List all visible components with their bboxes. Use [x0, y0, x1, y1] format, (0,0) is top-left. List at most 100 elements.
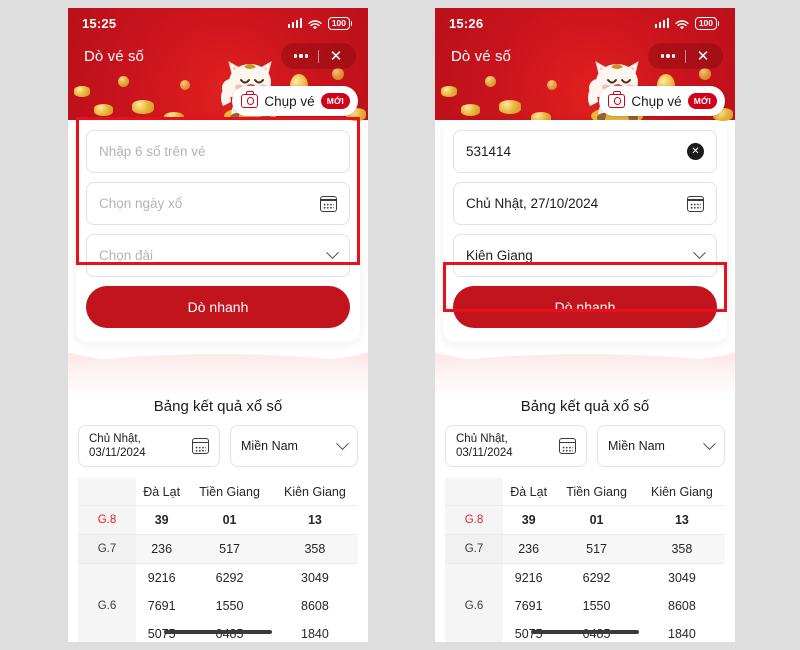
- form-card-wrapper: 531414 ✕ Chủ Nhật, 27/10/2024 Kiên Giang…: [435, 120, 735, 342]
- scroll-indicator[interactable]: [531, 629, 639, 634]
- chevron-down-icon: [703, 436, 716, 450]
- cell-value: 8608: [301, 599, 329, 613]
- app-header: 15:25 100 Dò vé số ✕ Chụp vé MỚI: [68, 8, 368, 126]
- wave-decoration: [435, 342, 735, 394]
- draw-date-input[interactable]: Chọn ngày xổ: [86, 182, 350, 225]
- prize-label: G.6: [445, 563, 503, 642]
- quick-check-button[interactable]: Dò nhanh: [86, 286, 350, 328]
- phone-screen-right: 15:26 100 Dò vé số ✕ Chụp vé MỚI 531414 …: [435, 8, 735, 642]
- cell-value: 13: [271, 505, 358, 535]
- results-section: Bảng kết quả xổ số Chủ Nhật, 03/11/2024 …: [435, 394, 735, 642]
- cell-value: 9216: [503, 563, 555, 592]
- ticket-number-value: Nhập 6 số trên vé: [99, 144, 206, 159]
- results-date-value: Chủ Nhật, 03/11/2024: [89, 432, 192, 460]
- draw-date-input[interactable]: Chủ Nhật, 27/10/2024: [453, 182, 717, 225]
- battery-icon: 100: [328, 16, 352, 30]
- status-bar: 15:26 100: [435, 8, 735, 38]
- table-header-row: Đà Lạt Tiền Giang Kiên Giang: [445, 478, 725, 506]
- wifi-icon: [675, 18, 689, 29]
- close-icon[interactable]: ✕: [686, 49, 720, 64]
- title-row: Dò vé số ✕: [68, 38, 368, 72]
- calendar-icon: [687, 195, 704, 212]
- prize-label: G.8: [445, 505, 503, 535]
- wave-decoration: [68, 342, 368, 394]
- chevron-down-icon: [336, 436, 349, 450]
- col-da-lat: Đà Lạt: [510, 485, 548, 499]
- table-row: G.6 9216 6292 3049: [445, 563, 725, 642]
- results-title: Bảng kết quả xổ số: [520, 398, 650, 415]
- col-kien-giang: Kiên Giang: [283, 485, 346, 499]
- prize-label: G.6: [78, 563, 136, 642]
- ticket-number-input[interactable]: Nhập 6 số trên vé: [86, 130, 350, 173]
- cellular-signal-icon: [287, 18, 303, 28]
- window-controls[interactable]: ✕: [281, 43, 356, 69]
- results-date-line1: Chủ Nhật,: [456, 433, 508, 445]
- table-row: G.8 39 01 13: [445, 505, 725, 535]
- scroll-indicator[interactable]: [164, 629, 272, 634]
- cell-value: 01: [187, 505, 272, 535]
- status-bar-indicators: 100: [287, 16, 352, 30]
- station-value: Chọn đài: [99, 248, 154, 263]
- calendar-icon: [320, 195, 337, 212]
- cell-value: 7691: [147, 599, 176, 613]
- calendar-icon: [559, 438, 576, 454]
- cell-value: 3049: [638, 563, 725, 592]
- results-date-selector[interactable]: Chủ Nhật, 03/11/2024: [445, 425, 587, 467]
- cell-value: 1550: [582, 599, 611, 613]
- status-bar-indicators: 100: [654, 16, 719, 30]
- lottery-check-form: Nhập 6 số trên vé Chọn ngày xổ Chọn đài …: [76, 120, 360, 342]
- results-date-line2: 03/11/2024: [89, 447, 146, 459]
- results-selectors: Chủ Nhật, 03/11/2024 Miền Nam: [78, 425, 358, 467]
- table-row: G.6 9216 6292 3049: [78, 563, 358, 642]
- cell-value: 8608: [668, 599, 696, 613]
- chevron-down-icon: [693, 246, 706, 260]
- station-value: Kiên Giang: [466, 248, 533, 263]
- draw-date-value: Chọn ngày xổ: [99, 196, 183, 211]
- prize-label: G.7: [445, 534, 503, 564]
- cell-value: 236: [136, 534, 188, 564]
- capture-ticket-button[interactable]: Chụp vé MỚI: [599, 86, 725, 116]
- close-icon[interactable]: ✕: [319, 49, 353, 64]
- quick-check-button[interactable]: Dò nhanh: [453, 286, 717, 328]
- cell-value: 13: [638, 505, 725, 535]
- new-badge: MỚI: [320, 93, 350, 109]
- form-card-wrapper: Nhập 6 số trên vé Chọn ngày xổ Chọn đài …: [68, 120, 368, 342]
- station-select[interactable]: Kiên Giang: [453, 234, 717, 277]
- cell-value: 517: [187, 534, 272, 564]
- prize-label: G.7: [78, 534, 136, 564]
- results-region-selector[interactable]: Miền Nam: [597, 425, 725, 467]
- results-region-selector[interactable]: Miền Nam: [230, 425, 358, 467]
- status-bar: 15:25 100: [68, 8, 368, 38]
- cell-value: 39: [503, 505, 555, 535]
- new-badge: MỚI: [687, 93, 717, 109]
- cell-value: 6292: [554, 563, 639, 592]
- station-select[interactable]: Chọn đài: [86, 234, 350, 277]
- results-selectors: Chủ Nhật, 03/11/2024 Miền Nam: [445, 425, 725, 467]
- cell-value: 6292: [187, 563, 272, 592]
- col-prize: [445, 478, 503, 506]
- ticket-number-input[interactable]: 531414 ✕: [453, 130, 717, 173]
- capture-ticket-label: Chụp vé: [631, 93, 682, 109]
- capture-ticket-label: Chụp vé: [264, 93, 315, 109]
- chevron-down-icon: [326, 246, 339, 260]
- screenshot-canvas: 15:25 100 Dò vé số ✕ Chụp vé MỚI Nhập 6 …: [0, 0, 800, 650]
- more-options-icon[interactable]: [651, 54, 685, 58]
- clear-input-icon[interactable]: ✕: [687, 143, 704, 160]
- capture-ticket-button[interactable]: Chụp vé MỚI: [232, 86, 358, 116]
- app-header: 15:26 100 Dò vé số ✕ Chụp vé MỚI: [435, 8, 735, 126]
- wifi-icon: [308, 18, 322, 29]
- window-controls[interactable]: ✕: [648, 43, 723, 69]
- results-date-selector[interactable]: Chủ Nhật, 03/11/2024: [78, 425, 220, 467]
- cellular-signal-icon: [654, 18, 670, 28]
- results-date-line2: 03/11/2024: [456, 447, 513, 459]
- table-row: G.8 39 01 13: [78, 505, 358, 535]
- phone-screen-left: 15:25 100 Dò vé số ✕ Chụp vé MỚI Nhập 6 …: [68, 8, 368, 642]
- page-title: Dò vé số: [451, 47, 511, 65]
- more-options-icon[interactable]: [284, 54, 318, 58]
- battery-icon: 100: [695, 16, 719, 30]
- results-region-value: Miền Nam: [241, 439, 298, 453]
- col-kien-giang: Kiên Giang: [650, 485, 713, 499]
- table-row: G.7 236 517 358: [78, 534, 358, 564]
- ticket-number-value: 531414: [466, 144, 512, 159]
- cell-value: 517: [554, 534, 639, 564]
